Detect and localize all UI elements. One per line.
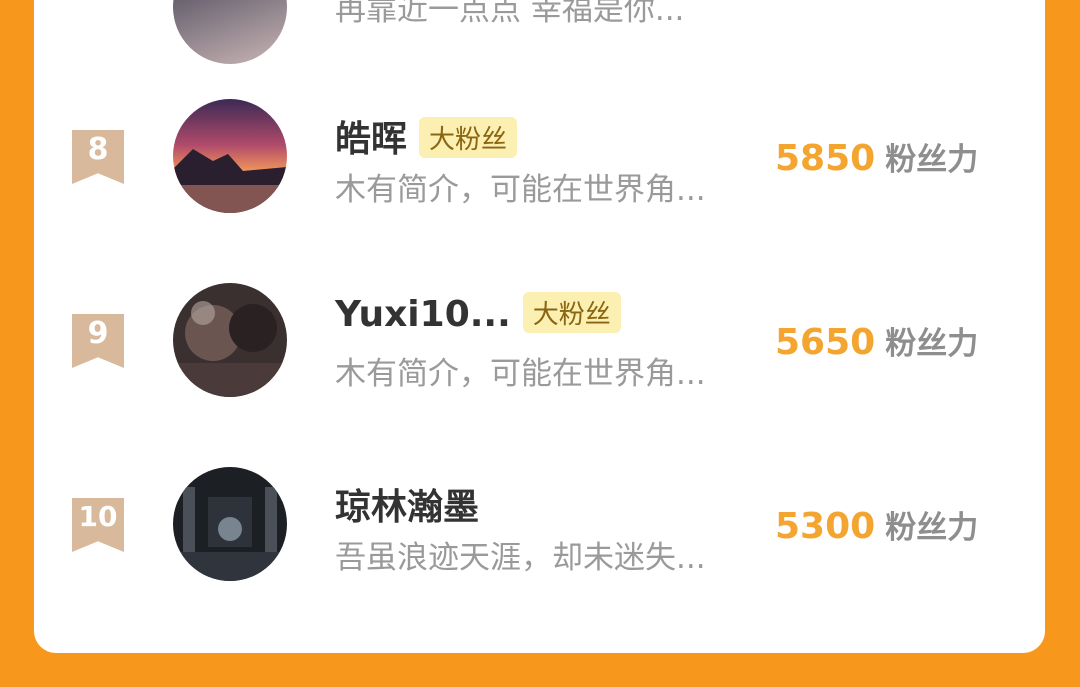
big-fan-badge: 大粉丝: [419, 116, 518, 158]
fan-bio: 木有简介，可能在世界角...: [335, 356, 706, 392]
fan-power-value: 5650: [775, 322, 876, 363]
avatar[interactable]: [173, 99, 287, 213]
fan-power: 5850 粉丝力: [775, 134, 978, 179]
fan-bio: 木有简介，可能在世界角...: [335, 172, 706, 208]
fan-power: 5650 粉丝力: [775, 318, 978, 363]
ranking-row[interactable]: 再靠近一点点 幸福是你...: [34, 0, 1045, 64]
fan-power-unit: 粉丝力: [885, 510, 979, 546]
palace-hall-image: [173, 467, 287, 581]
fan-power-unit: 粉丝力: [885, 142, 979, 178]
fan-name[interactable]: 皓晖: [335, 119, 407, 160]
rank-ribbon: 10: [72, 498, 124, 552]
ranking-row[interactable]: 10 琼林瀚墨 吾虽浪迹天涯，却未迷失... 5300 粉丝力: [34, 458, 1045, 581]
rank-ribbon: 9: [72, 314, 124, 368]
fan-power: 5300 粉丝力: [775, 502, 978, 547]
fan-name-row: Yuxi10... 大粉丝: [335, 291, 621, 337]
rank-ribbon: 8: [72, 130, 124, 184]
fan-name[interactable]: 琼林瀚墨: [335, 478, 479, 530]
fan-bio: 吾虽浪迹天涯，却未迷失...: [335, 540, 706, 576]
avatar[interactable]: [173, 283, 287, 397]
fan-name-row: 皓晖 大粉丝: [335, 110, 518, 162]
sunset-landscape-image: [173, 99, 287, 213]
ranking-row[interactable]: 9 Yuxi10... 大粉丝 木有简介，可能在世界角... 5650 粉丝力: [34, 274, 1045, 397]
fan-name[interactable]: Yuxi10...: [335, 294, 511, 335]
fan-power-value: 5850: [775, 138, 876, 179]
avatar[interactable]: [173, 467, 287, 581]
fan-bio: 再靠近一点点 幸福是你...: [335, 0, 685, 28]
people-photo-image: [173, 283, 287, 397]
fan-power-value: 5300: [775, 506, 876, 547]
fan-power-unit: 粉丝力: [885, 326, 979, 362]
avatar[interactable]: [173, 0, 287, 64]
ranking-row[interactable]: 8 皓晖 大粉丝 木有简介，可能在世界角... 5850 粉丝力: [34, 90, 1045, 213]
fan-ranking-card: 再靠近一点点 幸福是你... 8 皓晖 大粉丝 木有简介，可能在世界角... 5…: [34, 0, 1045, 653]
big-fan-badge: 大粉丝: [522, 291, 621, 333]
